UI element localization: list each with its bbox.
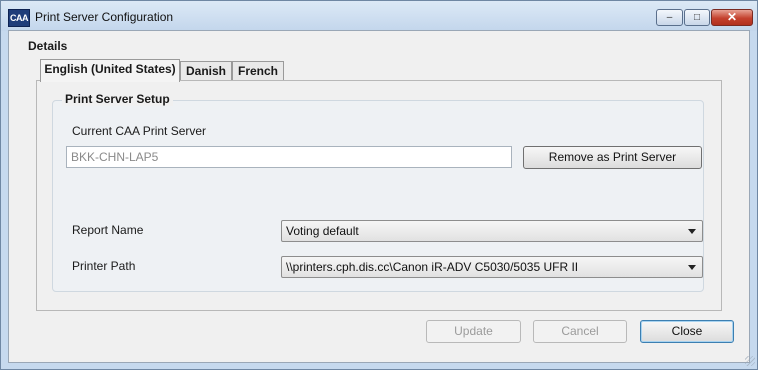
close-window-button[interactable]: ✕: [711, 9, 753, 26]
minimize-button[interactable]: –: [656, 9, 683, 26]
maximize-button[interactable]: □: [684, 9, 710, 26]
tab-english-united-states[interactable]: English (United States): [40, 59, 180, 82]
printer-path-dropdown[interactable]: \\printers.cph.dis.cc\Canon iR-ADV C5030…: [281, 256, 703, 278]
report-name-value: Voting default: [286, 224, 359, 238]
tab-french[interactable]: French: [232, 61, 284, 82]
resize-grip[interactable]: [745, 356, 755, 366]
close-button[interactable]: Close: [640, 320, 734, 343]
printer-path-label: Printer Path: [72, 259, 136, 273]
print-server-setup-title: Print Server Setup: [62, 92, 173, 106]
caa-app-icon: CAA: [8, 9, 30, 27]
chevron-down-icon: [688, 229, 696, 234]
tab-danish[interactable]: Danish: [180, 61, 232, 82]
report-name-label: Report Name: [72, 223, 144, 237]
report-name-dropdown[interactable]: Voting default: [281, 220, 703, 242]
cancel-button[interactable]: Cancel: [533, 320, 627, 343]
title-bar[interactable]: CAA Print Server Configuration – □ ✕: [1, 1, 757, 31]
chevron-down-icon: [688, 265, 696, 270]
remove-as-print-server-button[interactable]: Remove as Print Server: [523, 146, 702, 169]
update-button[interactable]: Update: [426, 320, 521, 343]
current-print-server-label: Current CAA Print Server: [72, 124, 207, 138]
window-title: Print Server Configuration: [35, 10, 174, 24]
printer-path-value: \\printers.cph.dis.cc\Canon iR-ADV C5030…: [286, 260, 579, 274]
details-label: Details: [28, 39, 68, 53]
current-print-server-field[interactable]: BKK-CHN-LAP5: [66, 146, 512, 168]
